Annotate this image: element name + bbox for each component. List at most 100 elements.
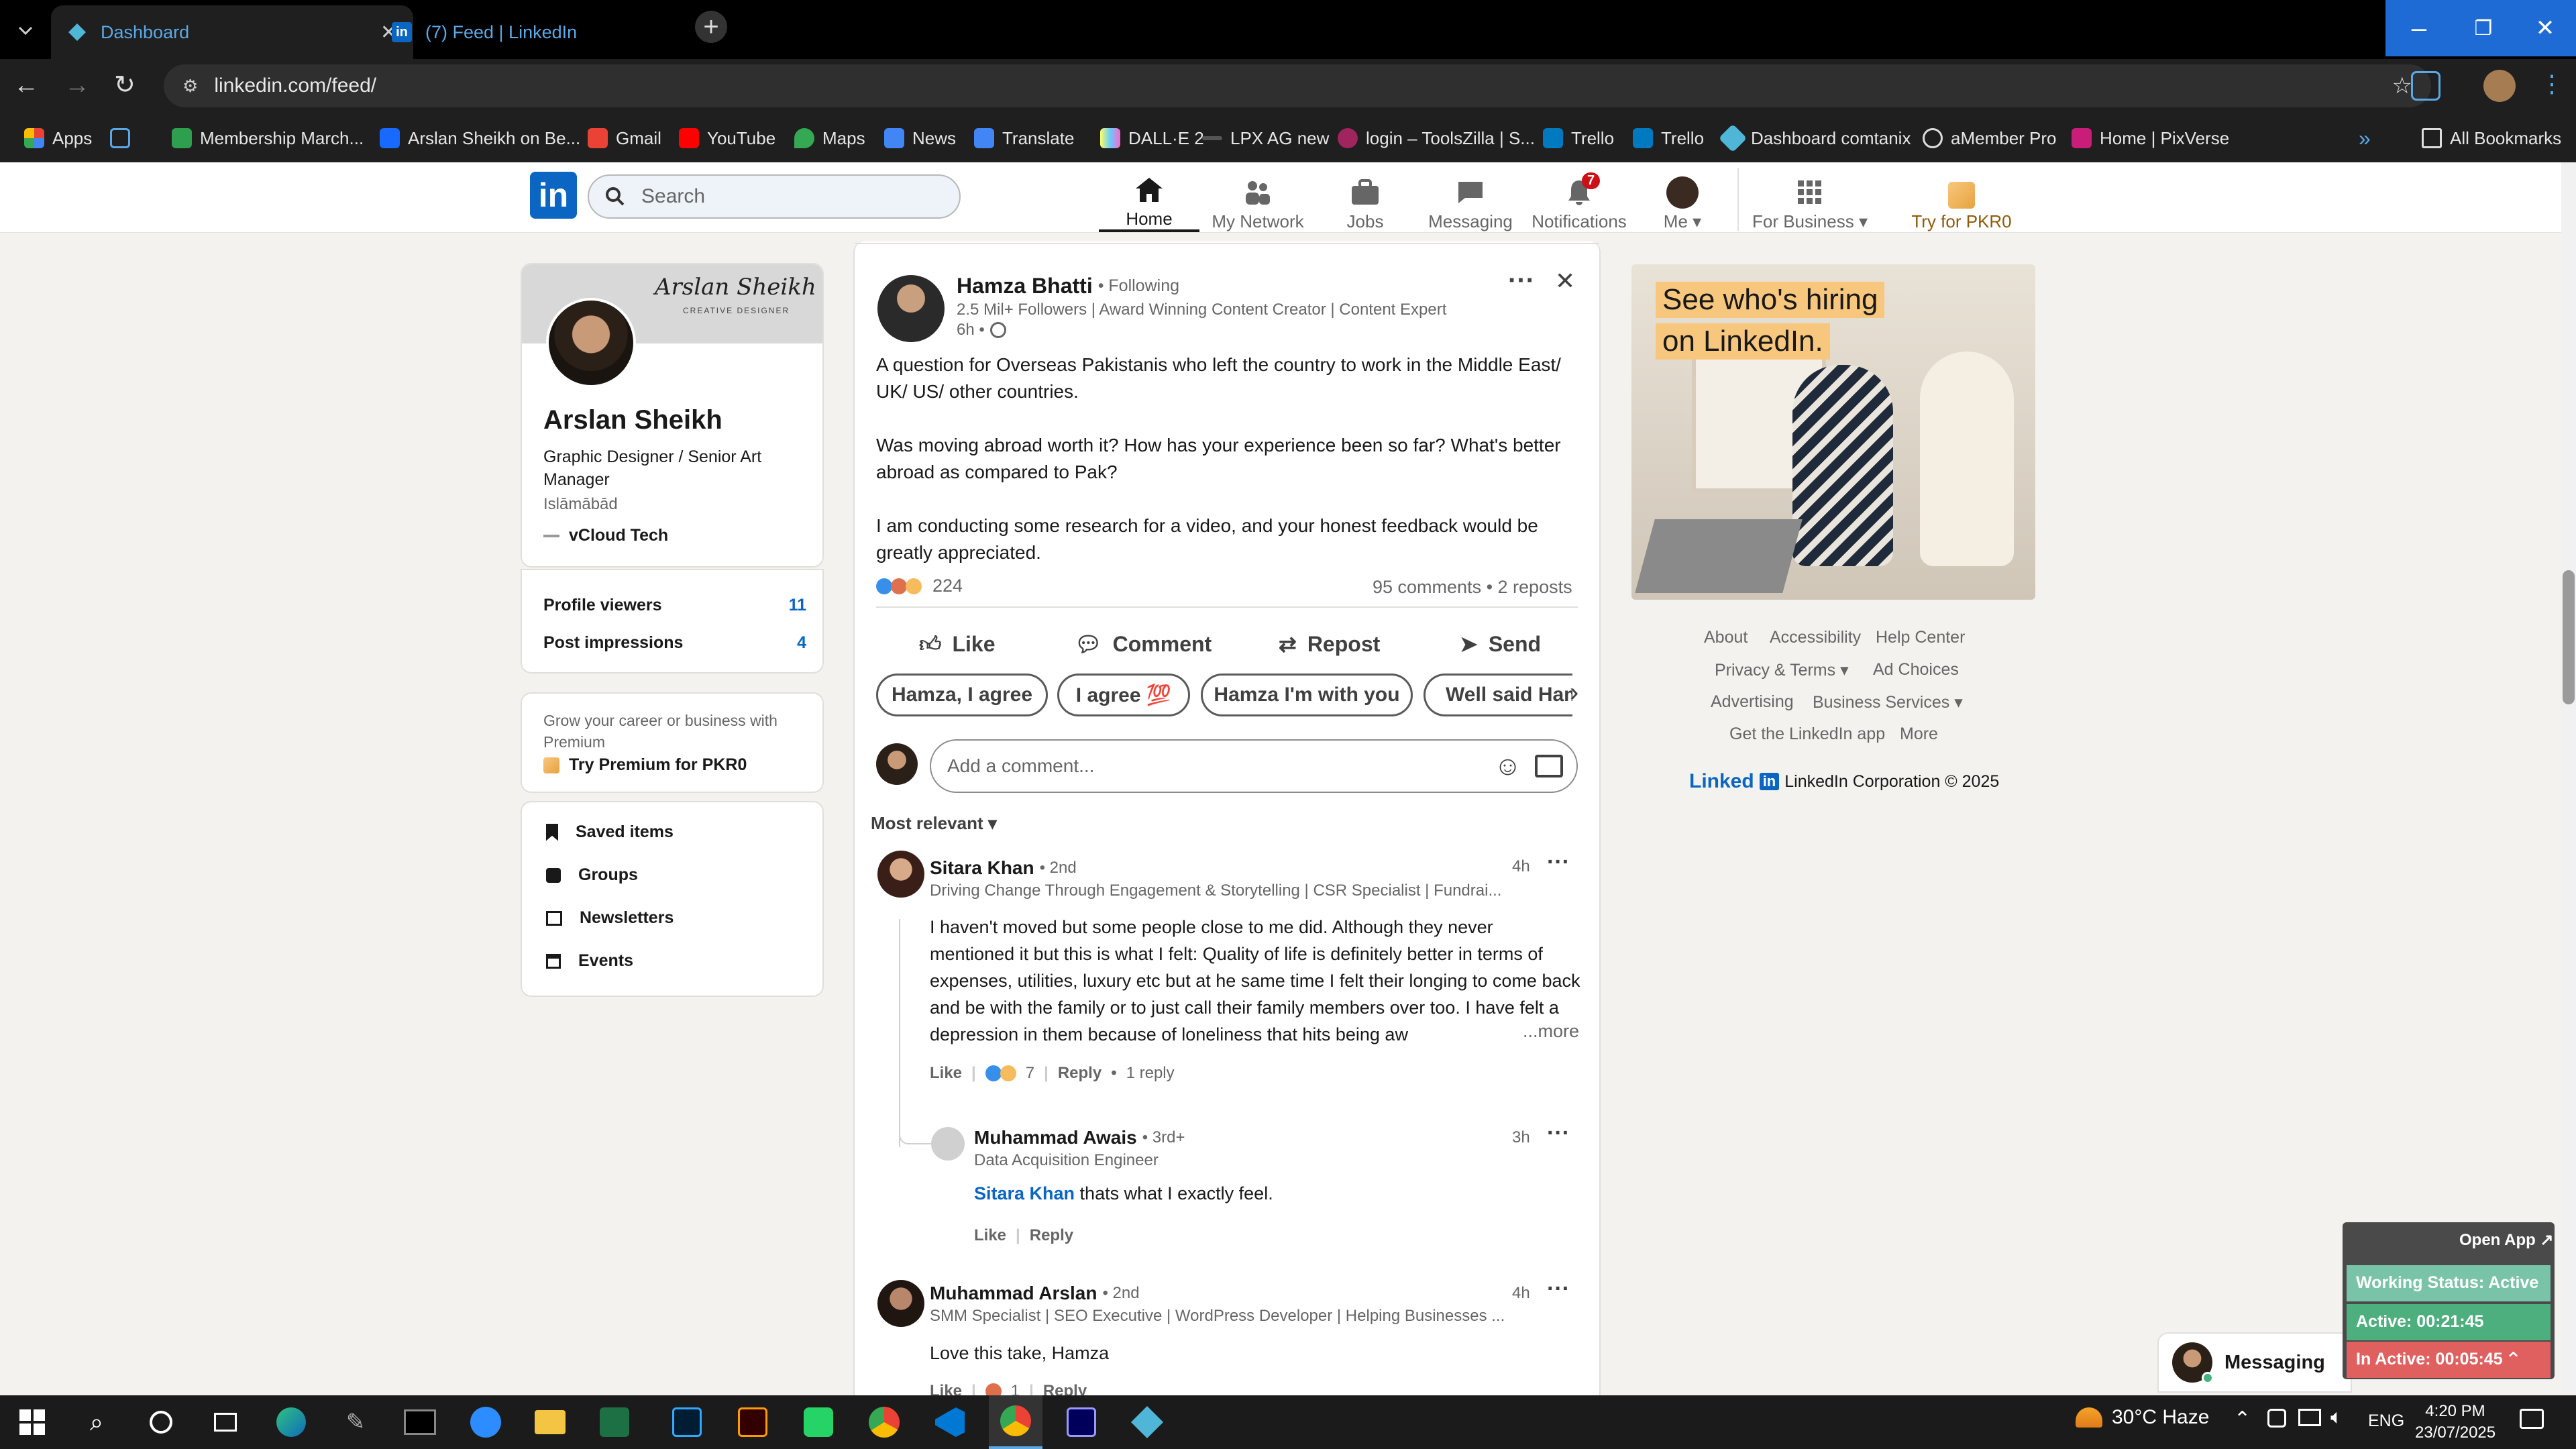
reply-options-icon[interactable]: ··· — [1547, 1120, 1570, 1146]
page-scrollbar[interactable] — [2561, 162, 2576, 1393]
weather-widget[interactable]: 30°C Haze — [2076, 1406, 2209, 1429]
profile-avatar-icon[interactable] — [2483, 70, 2516, 102]
back-button[interactable]: ← — [13, 71, 39, 100]
post-stats[interactable]: 95 comments • 2 reposts — [1373, 577, 1572, 598]
notification-center-icon[interactable] — [2520, 1409, 2544, 1429]
footer-accessibility[interactable]: Accessibility — [1770, 628, 1861, 647]
search-input[interactable]: Search — [588, 174, 961, 219]
see-more-link[interactable]: ...more — [1519, 1021, 1580, 1042]
newsletters-link[interactable]: Newsletters — [546, 908, 674, 928]
premium-card[interactable]: Grow your career or business with Premiu… — [521, 692, 824, 793]
bookmark-amember[interactable]: aMember Pro — [1923, 114, 2057, 162]
open-app-button[interactable]: Open App ↗ — [2459, 1230, 2554, 1250]
footer-business-services[interactable]: Business Services ▾ — [1813, 692, 1963, 712]
footer-help-center[interactable]: Help Center — [1876, 628, 1965, 647]
stat-profile-viewers[interactable]: Profile viewers 11 — [543, 596, 806, 615]
terminal-icon[interactable] — [393, 1395, 447, 1449]
edge-icon[interactable] — [264, 1395, 318, 1449]
hiring-ad[interactable]: See who's hiring on LinkedIn. — [1631, 264, 2035, 600]
whatsapp-icon[interactable] — [792, 1395, 845, 1449]
messaging-tab[interactable]: Messaging — [2157, 1332, 2352, 1393]
premiere-icon[interactable] — [1055, 1395, 1108, 1449]
forward-button[interactable]: → — [64, 71, 90, 100]
profile-company[interactable]: vCloud Tech — [543, 526, 668, 545]
pen-app-icon[interactable]: ✎ — [329, 1395, 382, 1449]
mention-link[interactable]: Sitara Khan — [974, 1183, 1075, 1203]
footer-about[interactable]: About — [1704, 628, 1748, 647]
bookmark-youtube[interactable]: YouTube — [679, 114, 775, 162]
emoji-icon[interactable]: ☺ — [1494, 751, 1521, 782]
tray-chevron-icon[interactable]: ⌃ — [2234, 1407, 2251, 1431]
photoshop-icon[interactable] — [660, 1395, 714, 1449]
post-author-avatar[interactable] — [877, 275, 945, 342]
send-button[interactable]: ➤ Send — [1460, 624, 1541, 664]
tab-dashboard[interactable]: Dashboard ✕ — [51, 5, 413, 59]
commenter-name[interactable]: Muhammad Arslan — [930, 1283, 1097, 1304]
post-author-name[interactable]: Hamza Bhatti — [957, 274, 1093, 299]
illustrator-icon[interactable] — [726, 1395, 780, 1449]
comment-options-icon[interactable]: ··· — [1547, 1276, 1570, 1302]
bookmark-trello-1[interactable]: Trello — [1543, 114, 1614, 162]
extensions-icon[interactable] — [2411, 71, 2440, 101]
bookmark-pixverse[interactable]: Home | PixVerse — [2072, 114, 2229, 162]
suggested-comment[interactable]: Hamza, I agree — [876, 674, 1048, 716]
suggested-comment[interactable]: Hamza I'm with you — [1201, 674, 1413, 716]
suggested-comment[interactable]: Well said Ham — [1424, 674, 1572, 716]
footer-advertising[interactable]: Advertising — [1711, 692, 1794, 712]
footer-privacy-terms[interactable]: Privacy & Terms ▾ — [1715, 660, 1849, 680]
chrome-icon[interactable] — [857, 1395, 911, 1449]
nav-my-network[interactable]: My Network — [1201, 168, 1315, 232]
footer-get-app[interactable]: Get the LinkedIn app — [1729, 724, 1885, 744]
nav-notifications[interactable]: 7 Notifications — [1525, 168, 1633, 232]
saved-items-link[interactable]: Saved items — [546, 822, 674, 842]
reply-reply[interactable]: Reply — [1030, 1226, 1073, 1245]
site-info-icon[interactable]: ⚙ — [182, 76, 198, 97]
widget-collapse-icon[interactable]: ⌃ — [2505, 1348, 2522, 1372]
zoom-icon[interactable] — [459, 1395, 513, 1449]
profile-name[interactable]: Arslan Sheikh — [543, 405, 722, 435]
new-tab-button[interactable]: + — [695, 11, 727, 43]
bookmark-maps[interactable]: Maps — [794, 114, 865, 162]
taskbar-search-icon[interactable]: ⌕ — [70, 1395, 123, 1449]
bookmark-star-icon[interactable]: ☆ — [2392, 72, 2412, 99]
tab-search-button[interactable] — [9, 15, 42, 47]
network-tray-icon[interactable] — [2298, 1409, 2321, 1426]
post-more-options-icon[interactable]: ··· — [1508, 266, 1535, 296]
minimize-button[interactable]: – — [2385, 0, 2453, 56]
nav-messaging[interactable]: Messaging — [1415, 168, 1525, 232]
replier-name[interactable]: Muhammad Awais — [974, 1127, 1137, 1148]
task-view-icon[interactable] — [199, 1395, 252, 1449]
repost-button[interactable]: ⇄ Repost — [1279, 624, 1380, 664]
bookmark-membership[interactable]: Membership March... — [172, 114, 364, 162]
clock[interactable]: 4:20 PM 23/07/2025 — [2415, 1401, 2496, 1444]
stat-post-impressions[interactable]: Post impressions 4 — [543, 633, 806, 653]
restore-button[interactable]: ❐ — [2453, 0, 2514, 56]
add-comment-input[interactable]: Add a comment... ☺ — [930, 739, 1578, 793]
dashboard-app-icon[interactable] — [1120, 1395, 1174, 1449]
reload-button[interactable]: ↻ — [114, 70, 136, 100]
browser-menu-icon[interactable]: ⋮ — [2540, 70, 2564, 98]
linkedin-logo-icon[interactable]: in — [530, 172, 577, 219]
all-bookmarks[interactable]: All Bookmarks — [2422, 114, 2561, 162]
volume-icon[interactable]: 🔈︎ — [2330, 1406, 2343, 1429]
bookmark-news[interactable]: News — [884, 114, 956, 162]
comment-options-icon[interactable]: ··· — [1547, 849, 1570, 875]
vscode-icon[interactable] — [923, 1395, 977, 1449]
events-link[interactable]: Events — [546, 951, 633, 971]
bookmark-lpx[interactable]: LPX AG new — [1202, 114, 1329, 162]
chrome-active-icon[interactable] — [989, 1395, 1042, 1449]
suggestions-next-icon[interactable]: › — [1570, 678, 1578, 708]
like-button[interactable]: 👍︎ Like — [919, 624, 995, 664]
bookmark-toolszilla[interactable]: login – ToolsZilla | S... — [1338, 114, 1535, 162]
reaction-summary[interactable]: 224 — [876, 576, 963, 596]
suggested-comment[interactable]: I agree 💯 — [1057, 674, 1190, 716]
scrollbar-thumb[interactable] — [2563, 570, 2575, 704]
comment-like[interactable]: Like — [930, 1064, 962, 1083]
language-indicator[interactable]: ENG — [2368, 1411, 2404, 1431]
comment-button[interactable]: 💬︎ Comment — [1075, 624, 1212, 664]
post-dismiss-icon[interactable]: ✕ — [1555, 267, 1575, 295]
nav-jobs[interactable]: Jobs — [1315, 168, 1415, 232]
address-bar[interactable]: ⚙ linkedin.com/feed/ ☆ — [164, 64, 2431, 107]
premium-cta[interactable]: Try Premium for PKR0 — [543, 755, 747, 775]
bookmark-dalle[interactable]: DALL·E 2 — [1100, 114, 1204, 162]
